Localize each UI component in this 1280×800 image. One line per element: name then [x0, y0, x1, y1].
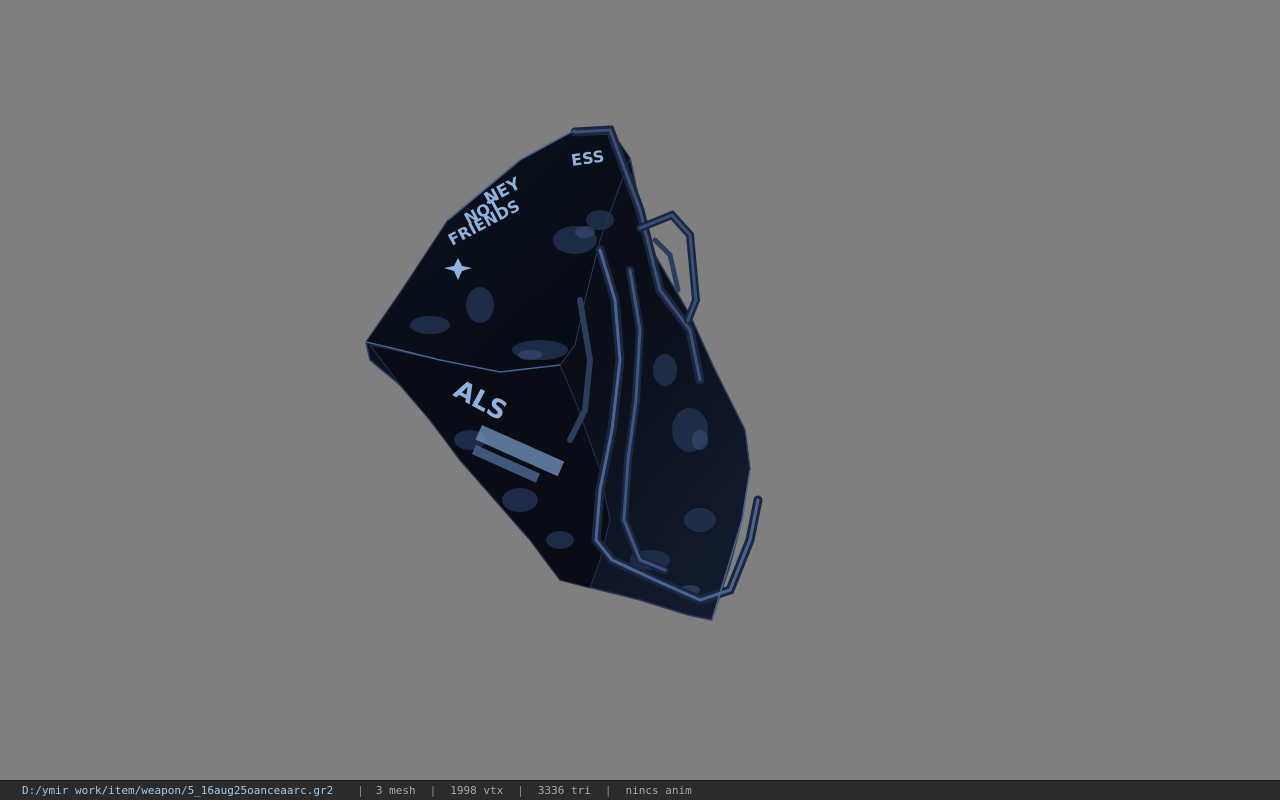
triangle-count: 3336 tri	[537, 784, 591, 797]
mesh-count: 3 mesh	[375, 784, 416, 797]
3d-viewport[interactable]: ESS NEY NOT FRIENDS ALS	[0, 0, 1280, 780]
separator: |	[357, 784, 364, 797]
anim-status: nincs anim	[625, 784, 692, 797]
bag-model[interactable]: ESS NEY NOT FRIENDS ALS	[0, 0, 1280, 780]
vertex-count: 1998 vtx	[450, 784, 504, 797]
status-bar: D:/ymir work/item/weapon/5_16aug25oancea…	[0, 780, 1280, 800]
separator: |	[429, 784, 437, 797]
separator: |	[604, 784, 612, 797]
separator: |	[517, 784, 524, 797]
file-path: D:/ymir work/item/weapon/5_16aug25oancea…	[22, 784, 334, 797]
